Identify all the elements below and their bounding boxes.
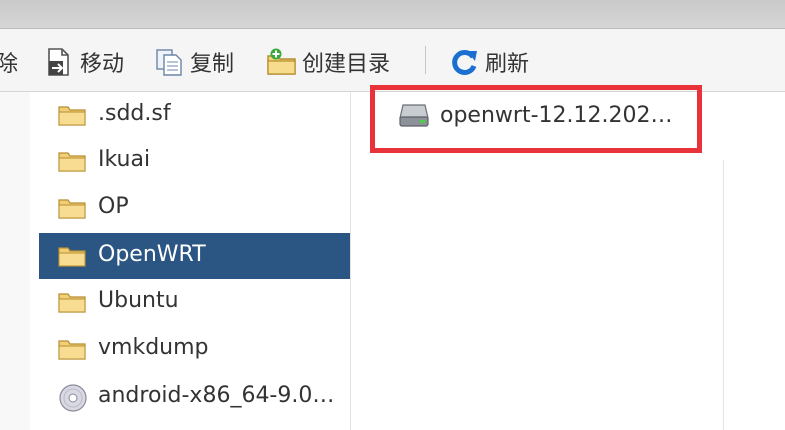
folder-label: Ubuntu bbox=[98, 288, 179, 313]
copy-button[interactable]: 复制 bbox=[154, 47, 234, 77]
folder-icon bbox=[58, 104, 86, 126]
folder-tree-pane: .sdd.sf Ikuai OP OpenWRT Ubuntu vmkdump bbox=[30, 92, 351, 430]
move-button-label: 移动 bbox=[80, 52, 125, 77]
disc-icon bbox=[58, 383, 88, 413]
refresh-button[interactable]: 刷新 bbox=[449, 47, 529, 77]
toolbar-separator bbox=[425, 46, 426, 74]
create-directory-button[interactable]: 创建目录 bbox=[266, 47, 390, 77]
copy-icon bbox=[154, 47, 184, 77]
toolbar: 除 移动 复制 创建目录 刷新 bbox=[0, 29, 785, 92]
folder-icon bbox=[58, 291, 86, 313]
move-button[interactable]: 移动 bbox=[44, 47, 124, 77]
new-folder-icon bbox=[266, 47, 296, 77]
copy-button-label: 复制 bbox=[190, 52, 235, 77]
folder-row-ikuai[interactable]: Ikuai bbox=[39, 138, 350, 184]
highlight-box bbox=[370, 85, 702, 153]
move-icon bbox=[44, 47, 74, 77]
file-label: android-x86_64-9.0… bbox=[98, 383, 335, 408]
column-divider bbox=[723, 160, 724, 430]
folder-label: vmkdump bbox=[98, 335, 209, 360]
left-gutter bbox=[0, 92, 31, 430]
refresh-button-label: 刷新 bbox=[485, 52, 530, 77]
folder-label: Ikuai bbox=[98, 147, 151, 172]
folder-label: OpenWRT bbox=[98, 242, 206, 267]
folder-row-sdd-sf[interactable]: .sdd.sf bbox=[39, 92, 350, 138]
folder-label: .sdd.sf bbox=[98, 101, 171, 126]
delete-button-label: 除 bbox=[0, 52, 19, 77]
folder-row-ubuntu[interactable]: Ubuntu bbox=[39, 279, 350, 325]
folder-icon bbox=[58, 197, 86, 219]
create-directory-button-label: 创建目录 bbox=[302, 52, 391, 77]
folder-label: OP bbox=[98, 194, 129, 219]
folder-icon bbox=[58, 150, 86, 172]
refresh-icon bbox=[449, 47, 479, 77]
folder-icon bbox=[58, 245, 86, 267]
file-row-android-iso[interactable]: android-x86_64-9.0… bbox=[39, 374, 350, 420]
folder-row-vmkdump[interactable]: vmkdump bbox=[39, 326, 350, 372]
folder-icon bbox=[58, 338, 86, 360]
window-top-strip bbox=[0, 0, 785, 29]
folder-row-openwrt[interactable]: OpenWRT bbox=[39, 233, 350, 279]
folder-row-op[interactable]: OP bbox=[39, 185, 350, 231]
delete-button[interactable]: 除 bbox=[0, 47, 18, 77]
